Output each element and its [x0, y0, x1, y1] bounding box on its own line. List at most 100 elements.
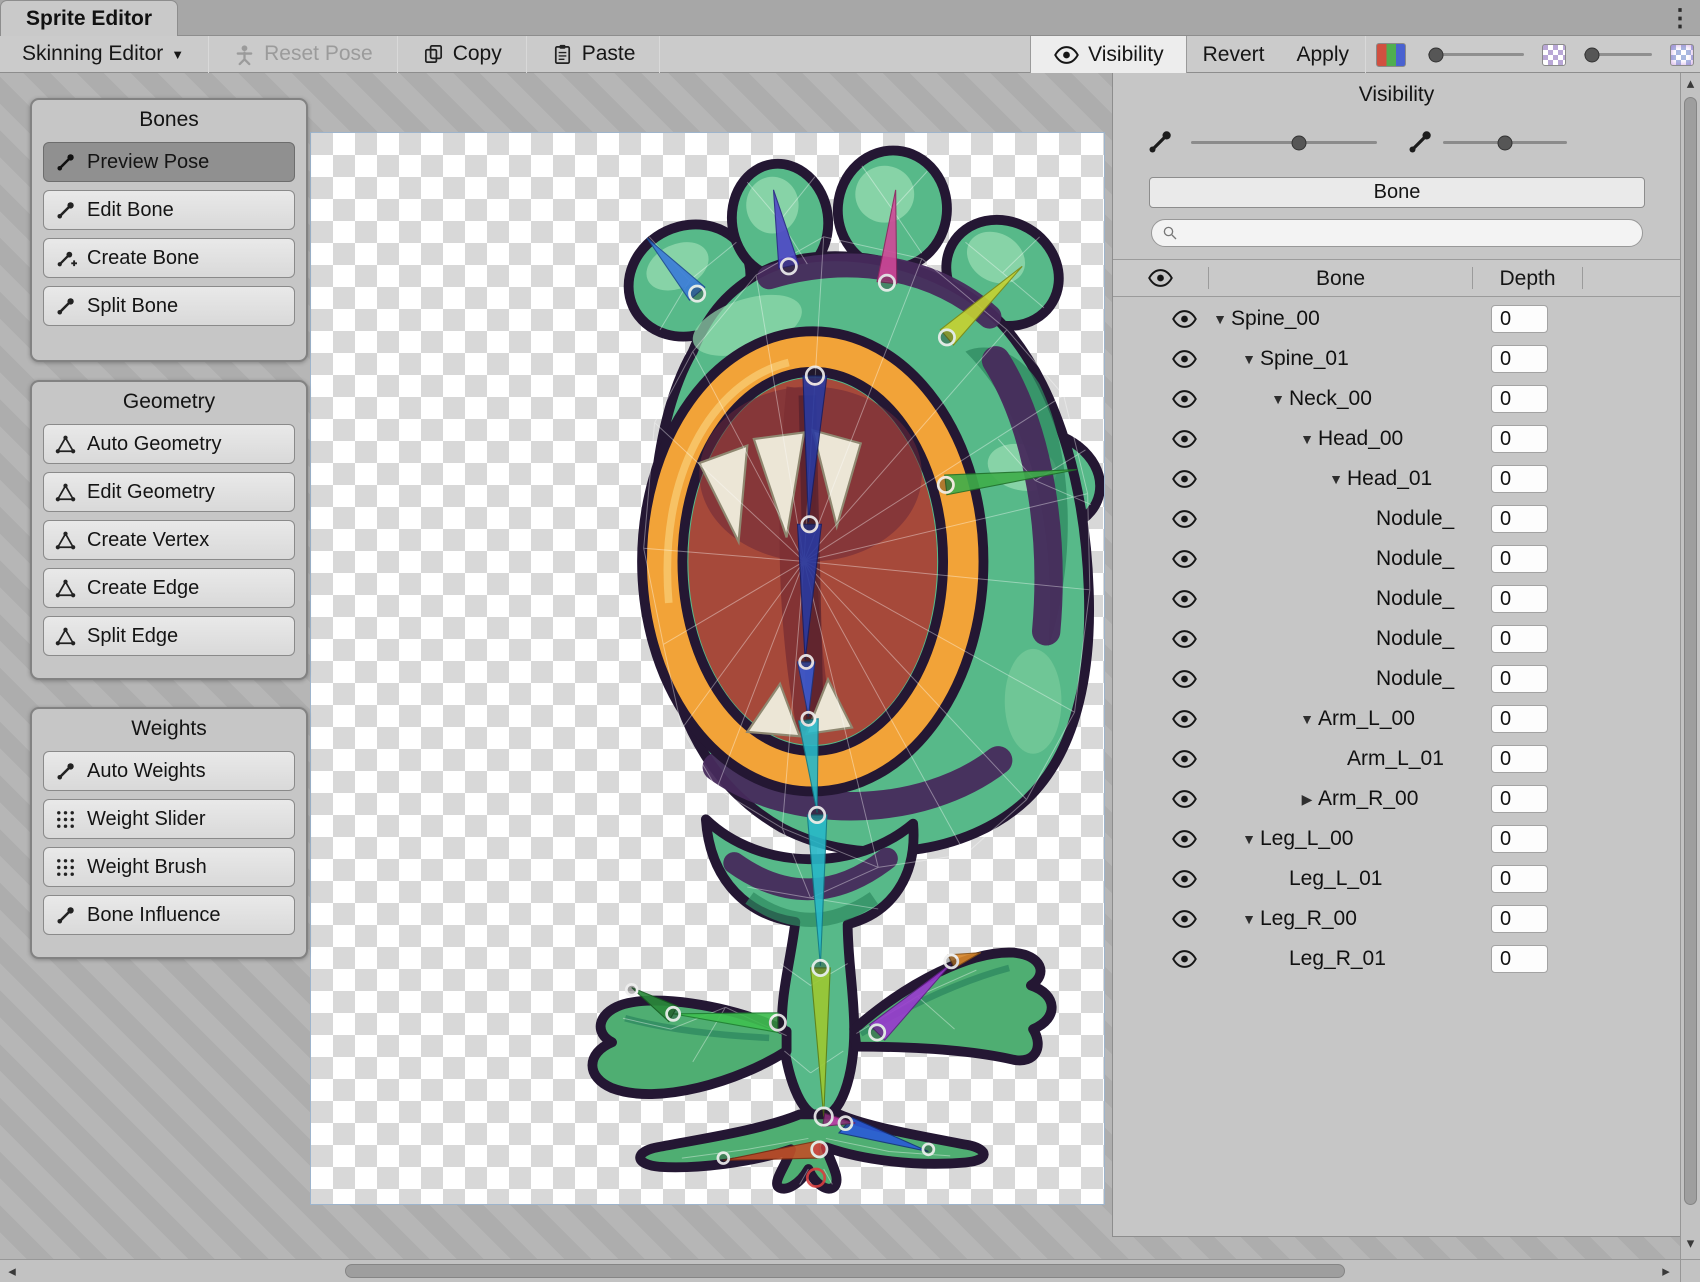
depth-input[interactable]	[1491, 505, 1548, 533]
zoom-slider[interactable]	[1428, 53, 1524, 56]
bone-size-slider[interactable]	[1191, 141, 1377, 144]
bone-row[interactable]: Arm_L_01	[1113, 739, 1680, 779]
mesh-opacity-slider-thumb[interactable]	[1498, 135, 1513, 150]
depth-input[interactable]	[1491, 545, 1548, 573]
bone-row[interactable]: Nodule_	[1113, 499, 1680, 539]
visibility-eye-icon[interactable]	[1171, 830, 1209, 848]
visibility-eye-icon[interactable]	[1171, 430, 1209, 448]
depth-input[interactable]	[1491, 385, 1548, 413]
depth-input[interactable]	[1491, 345, 1548, 373]
split-edge-button[interactable]: Split Edge	[43, 616, 295, 656]
visibility-eye-icon[interactable]	[1171, 710, 1209, 728]
expand-arrow-icon[interactable]: ▼	[1296, 431, 1318, 447]
create-vertex-button[interactable]: Create Vertex	[43, 520, 295, 560]
expand-arrow-icon[interactable]: ▼	[1238, 831, 1260, 847]
depth-input[interactable]	[1491, 905, 1548, 933]
bone-row[interactable]: Nodule_	[1113, 619, 1680, 659]
split-bone-button[interactable]: Split Bone	[43, 286, 295, 326]
zoom-slider-thumb[interactable]	[1428, 47, 1443, 62]
depth-input[interactable]	[1491, 585, 1548, 613]
expand-arrow-icon[interactable]: ▼	[1238, 911, 1260, 927]
visibility-eye-icon[interactable]	[1171, 590, 1209, 608]
visibility-eye-icon[interactable]	[1171, 310, 1209, 328]
visibility-eye-icon[interactable]	[1171, 390, 1209, 408]
tab-sprite-editor[interactable]: Sprite Editor	[0, 0, 178, 36]
expand-arrow-icon[interactable]: ▼	[1238, 351, 1260, 367]
checker-swatch-icon[interactable]	[1542, 44, 1566, 66]
rgb-swatch-icon[interactable]	[1376, 43, 1406, 67]
depth-input[interactable]	[1491, 865, 1548, 893]
auto-geometry-button[interactable]: Auto Geometry	[43, 424, 295, 464]
bone-row[interactable]: Leg_L_01	[1113, 859, 1680, 899]
depth-input[interactable]	[1491, 945, 1548, 973]
visibility-eye-icon[interactable]	[1171, 750, 1209, 768]
bone-row[interactable]: ▼Leg_R_00	[1113, 899, 1680, 939]
bone-search-input[interactable]	[1179, 222, 1609, 245]
kebab-menu-icon[interactable]: ⋮	[1668, 0, 1692, 36]
visibility-eye-icon[interactable]	[1171, 470, 1209, 488]
bone-tab-button[interactable]: Bone	[1149, 177, 1645, 208]
visibility-eye-icon[interactable]	[1171, 350, 1209, 368]
skinning-editor-dropdown[interactable]: Skinning Editor ▼	[12, 36, 194, 72]
reset-pose-button[interactable]: Reset Pose	[223, 36, 383, 72]
depth-input[interactable]	[1491, 745, 1548, 773]
revert-button[interactable]: Revert	[1187, 36, 1281, 73]
depth-input[interactable]	[1491, 825, 1548, 853]
bone-row[interactable]: ▶Arm_R_00	[1113, 779, 1680, 819]
visibility-eye-icon[interactable]	[1171, 870, 1209, 888]
expand-arrow-icon[interactable]: ▼	[1296, 711, 1318, 727]
weight-slider-button[interactable]: Weight Slider	[43, 799, 295, 839]
scroll-down-arrow[interactable]: ▾	[1681, 1233, 1700, 1255]
sprite-canvas[interactable]	[310, 132, 1105, 1205]
visibility-eye-icon[interactable]	[1171, 510, 1209, 528]
bone-row[interactable]: ▼Neck_00	[1113, 379, 1680, 419]
horizontal-scrollbar-thumb[interactable]	[345, 1264, 1345, 1278]
weight-brush-button[interactable]: Weight Brush	[43, 847, 295, 887]
checker-swatch-icon[interactable]	[1670, 44, 1694, 66]
expand-arrow-icon[interactable]: ▶	[1296, 791, 1318, 808]
expand-arrow-icon[interactable]: ▼	[1325, 471, 1347, 487]
vertical-scrollbar[interactable]: ▴ ▾	[1680, 73, 1700, 1259]
depth-input[interactable]	[1491, 465, 1548, 493]
alpha-slider[interactable]	[1584, 53, 1652, 56]
edit-bone-button[interactable]: Edit Bone	[43, 190, 295, 230]
depth-input[interactable]	[1491, 625, 1548, 653]
depth-input[interactable]	[1491, 665, 1548, 693]
bone-search-field[interactable]	[1151, 219, 1643, 247]
visibility-toggle-button[interactable]: Visibility	[1030, 36, 1186, 73]
visibility-eye-icon[interactable]	[1171, 790, 1209, 808]
column-header-depth[interactable]: Depth	[1473, 267, 1583, 289]
apply-button[interactable]: Apply	[1280, 36, 1365, 73]
bone-size-slider-thumb[interactable]	[1291, 135, 1306, 150]
visibility-eye-icon[interactable]	[1171, 670, 1209, 688]
auto-weights-button[interactable]: Auto Weights	[43, 751, 295, 791]
preview-pose-button[interactable]: Preview Pose	[43, 142, 295, 182]
bone-row[interactable]: Leg_R_01	[1113, 939, 1680, 979]
vertical-scrollbar-thumb[interactable]	[1684, 97, 1697, 1205]
create-edge-button[interactable]: Create Edge	[43, 568, 295, 608]
visibility-eye-icon[interactable]	[1171, 550, 1209, 568]
depth-input[interactable]	[1491, 785, 1548, 813]
depth-input[interactable]	[1491, 305, 1548, 333]
alpha-slider-thumb[interactable]	[1585, 47, 1600, 62]
bone-influence-button[interactable]: Bone Influence	[43, 895, 295, 935]
bone-row[interactable]: ▼Head_00	[1113, 419, 1680, 459]
bone-row[interactable]: Nodule_	[1113, 539, 1680, 579]
copy-button[interactable]: Copy	[412, 36, 512, 72]
paste-button[interactable]: Paste	[541, 36, 646, 72]
bone-row[interactable]: ▼Head_01	[1113, 459, 1680, 499]
visibility-eye-icon[interactable]	[1171, 950, 1209, 968]
bone-row[interactable]: ▼Leg_L_00	[1113, 819, 1680, 859]
visibility-eye-icon[interactable]	[1171, 630, 1209, 648]
expand-arrow-icon[interactable]: ▼	[1209, 311, 1231, 327]
mesh-opacity-slider[interactable]	[1443, 141, 1567, 144]
column-header-bone[interactable]: Bone	[1209, 267, 1473, 289]
visibility-eye-icon[interactable]	[1171, 910, 1209, 928]
scroll-left-arrow[interactable]: ◂	[0, 1260, 24, 1282]
scroll-right-arrow[interactable]: ▸	[1654, 1260, 1678, 1282]
scroll-up-arrow[interactable]: ▴	[1681, 73, 1700, 95]
bone-row[interactable]: Nodule_	[1113, 659, 1680, 699]
depth-input[interactable]	[1491, 425, 1548, 453]
bone-row[interactable]: Nodule_	[1113, 579, 1680, 619]
edit-geometry-button[interactable]: Edit Geometry	[43, 472, 295, 512]
